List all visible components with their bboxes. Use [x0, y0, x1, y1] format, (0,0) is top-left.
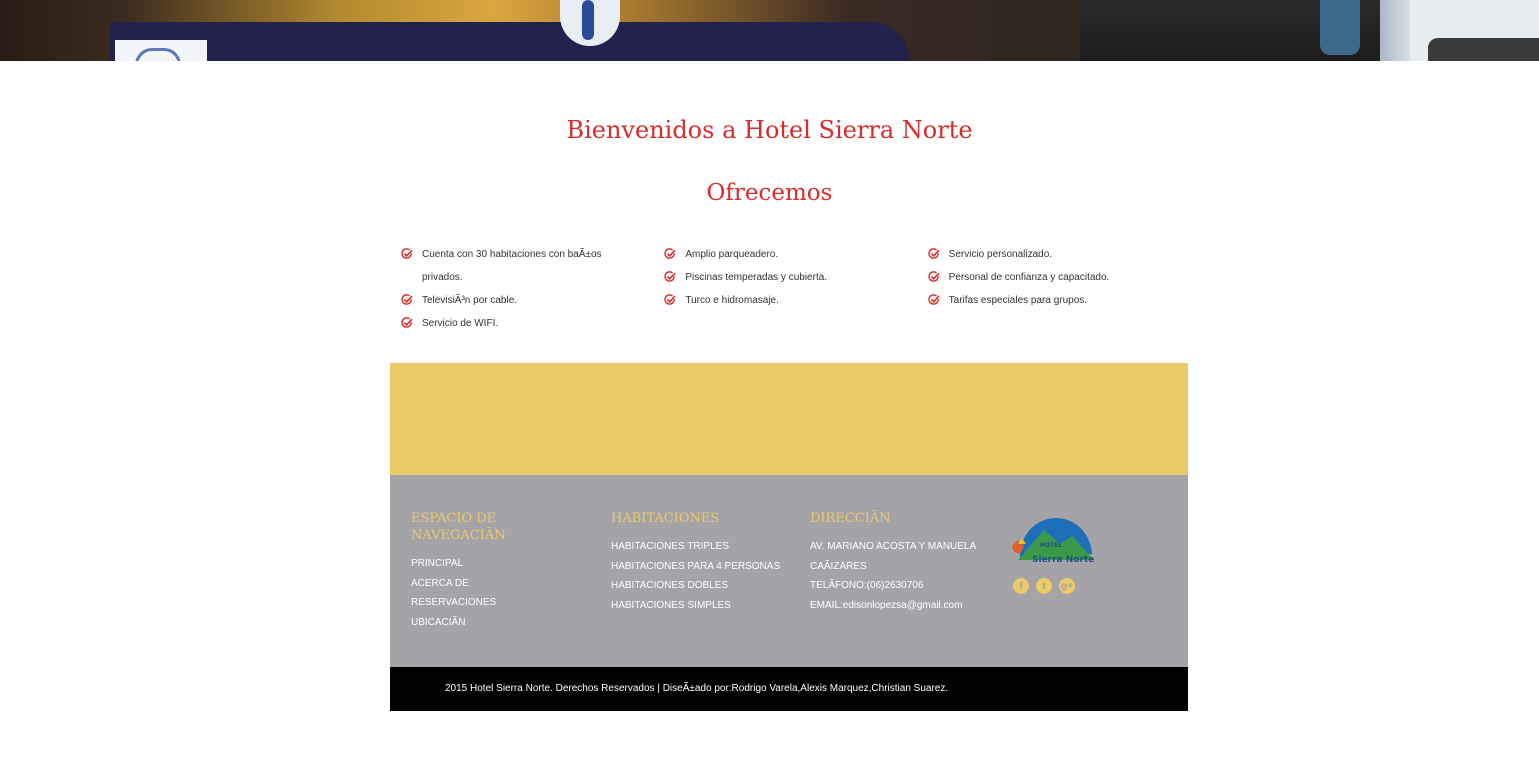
- feature-item: Personal de confianza y capacitado.: [927, 266, 1159, 289]
- svg-text:Sierra Norte: Sierra Norte: [1032, 555, 1094, 565]
- hero-reception-desk: [110, 22, 910, 61]
- social-links: f t g+: [1013, 578, 1075, 594]
- check-circle-icon: [927, 271, 940, 282]
- features-column-1: Cuenta con 30 habitaciones con baÃ±os pr…: [401, 243, 664, 335]
- check-circle-icon: [927, 248, 940, 259]
- check-circle-icon: [664, 271, 676, 282]
- google-plus-icon[interactable]: g+: [1059, 578, 1075, 594]
- check-circle-icon: [927, 294, 940, 305]
- footer-address-column: DIRECCIÃN AV. MARIANO ACOSTA Y MANUELA C…: [810, 510, 990, 615]
- hero-desk-sign: [115, 40, 207, 61]
- footer-link-triples[interactable]: HABITACIONES TRIPLES: [611, 537, 791, 557]
- svg-text:HOTEL: HOTEL: [1040, 542, 1062, 549]
- footer-link-ubicacion[interactable]: UBICACIÃN: [411, 613, 581, 633]
- footer-link-simples[interactable]: HABITACIONES SIMPLES: [611, 596, 791, 616]
- site-footer: ESPACIO DE NAVEGACIÃN PRINCIPAL ACERCA D…: [390, 475, 1188, 667]
- facebook-icon[interactable]: f: [1013, 578, 1029, 594]
- twitter-icon[interactable]: t: [1036, 578, 1052, 594]
- welcome-title: Bienvenidos a Hotel Sierra Norte: [566, 116, 973, 144]
- feature-item: Servicio de WIFI.: [401, 312, 632, 335]
- footer-link-reservaciones[interactable]: RESERVACIONES: [411, 593, 581, 613]
- footer-nav-heading: ESPACIO DE NAVEGACIÃN: [411, 511, 506, 543]
- features-column-3: Servicio personalizado. Personal de conf…: [927, 243, 1191, 335]
- feature-item: Amplio parqueadero.: [664, 243, 895, 266]
- footer-address-phone: TELÃFONO:(06)2630706: [810, 580, 924, 591]
- footer-link-acerca[interactable]: ACERCA DE: [411, 574, 581, 594]
- check-circle-icon: [401, 317, 413, 328]
- check-circle-icon: [401, 248, 413, 259]
- offer-heading: Ofrecemos: [706, 180, 833, 206]
- feature-item: Turco e hidromasaje.: [664, 289, 895, 312]
- hero-window: [1410, 0, 1539, 61]
- footer-rooms-heading: HABITACIONES: [611, 511, 720, 526]
- footer-address-street: AV. MARIANO ACOSTA Y MANUELA CAÃIZARES: [810, 541, 976, 572]
- hero-sofa: [1080, 0, 1380, 61]
- check-circle-icon: [664, 294, 676, 305]
- check-circle-icon: [664, 248, 676, 259]
- hotel-logo: HOTEL Sierra Norte: [1012, 517, 1094, 565]
- footer-link-principal[interactable]: PRINCIPAL: [411, 554, 581, 574]
- features-column-2: Amplio parqueadero. Piscinas temperadas …: [664, 243, 927, 335]
- feature-item: Cuenta con 30 habitaciones con baÃ±os pr…: [401, 243, 632, 289]
- hero-photo: [0, 0, 1539, 61]
- footer-nav-column: ESPACIO DE NAVEGACIÃN PRINCIPAL ACERCA D…: [411, 510, 581, 632]
- check-circle-icon: [401, 294, 413, 305]
- footer-rooms-column: HABITACIONES HABITACIONES TRIPLES HABITA…: [611, 510, 791, 615]
- promo-band: [390, 363, 1188, 475]
- feature-item: TelevisiÃ³n por cable.: [401, 289, 632, 312]
- feature-item: Servicio personalizado.: [927, 243, 1159, 266]
- footer-address-email: EMAIL:edisonlopezsa@gmail.com: [810, 599, 963, 611]
- footer-address-heading: DIRECCIÃN: [810, 511, 891, 526]
- features-list: Cuenta con 30 habitaciones con baÃ±os pr…: [401, 243, 1191, 335]
- footer-link-dobles[interactable]: HABITACIONES DOBLES: [611, 576, 791, 596]
- feature-item: Piscinas temperadas y cubierta.: [664, 266, 895, 289]
- feature-item: Tarifas especiales para grupos.: [927, 289, 1159, 312]
- copyright-text: 2015 Hotel Sierra Norte. Derechos Reserv…: [445, 683, 949, 694]
- footer-link-4-personas[interactable]: HABITACIONES PARA 4 PERSONAS: [611, 557, 791, 577]
- copyright-bar: 2015 Hotel Sierra Norte. Derechos Reserv…: [390, 667, 1188, 711]
